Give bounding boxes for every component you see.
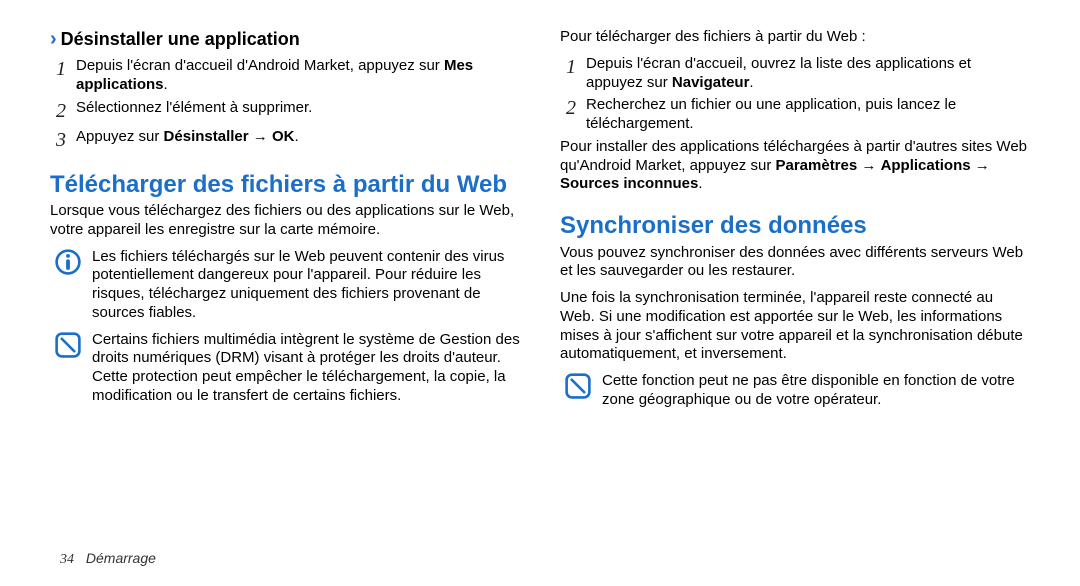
subheading-text: Désinstaller une application [61,29,300,49]
step: 3 Appuyez sur Désinstaller → OK. [56,128,520,153]
info-icon [564,372,592,400]
right-column: Pour télécharger des fichiers à partir d… [560,28,1030,418]
info-text: Certains fichiers multimédia intègrent l… [92,331,520,406]
step: 2 Recherchez un fichier ou une applicati… [566,96,1030,134]
heading-sync: Synchroniser des données [560,212,1030,240]
warning-box: Les fichiers téléchargés sur le Web peuv… [54,248,520,323]
step: 1 Depuis l'écran d'accueil, ouvrez la li… [566,55,1030,93]
paragraph: Vous pouvez synchroniser des données ave… [560,244,1030,282]
step-number: 2 [566,96,586,121]
step-text: Depuis l'écran d'accueil, ouvrez la list… [586,55,1030,93]
paragraph: Une fois la synchronisation terminée, l'… [560,289,1030,364]
step: 1 Depuis l'écran d'accueil d'Android Mar… [56,57,520,95]
footer-section: Démarrage [86,550,156,566]
step-number: 3 [56,128,76,153]
download-steps: 1 Depuis l'écran d'accueil, ouvrez la li… [566,55,1030,134]
step-text: Recherchez un fichier ou une application… [586,96,1030,134]
step-text: Appuyez sur Désinstaller → OK. [76,128,520,147]
warning-icon [54,248,82,276]
step-text: Sélectionnez l'élément à supprimer. [76,99,520,118]
chevron-icon: › [50,28,57,50]
page-footer: 34 Démarrage [60,550,156,568]
paragraph: Lorsque vous téléchargez des fichiers ou… [50,202,520,240]
warning-text: Les fichiers téléchargés sur le Web peuv… [92,248,520,323]
info-box: Certains fichiers multimédia intègrent l… [54,331,520,406]
step: 2 Sélectionnez l'élément à supprimer. [56,99,520,124]
paragraph: Pour télécharger des fichiers à partir d… [560,28,1030,47]
info-text: Cette fonction peut ne pas être disponib… [602,372,1030,410]
info-icon [54,331,82,359]
page-number: 34 [60,552,74,567]
step-number: 1 [56,57,76,82]
left-column: ›Désinstaller une application 1 Depuis l… [50,28,520,418]
info-box: Cette fonction peut ne pas être disponib… [564,372,1030,410]
uninstall-steps: 1 Depuis l'écran d'accueil d'Android Mar… [56,57,520,153]
step-text: Depuis l'écran d'accueil d'Android Marke… [76,57,520,95]
heading-download-web: Télécharger des fichiers à partir du Web [50,171,520,199]
step-number: 2 [56,99,76,124]
step-number: 1 [566,55,586,80]
subheading-uninstall: ›Désinstaller une application [50,28,520,51]
paragraph: Pour installer des applications téléchar… [560,138,1030,194]
